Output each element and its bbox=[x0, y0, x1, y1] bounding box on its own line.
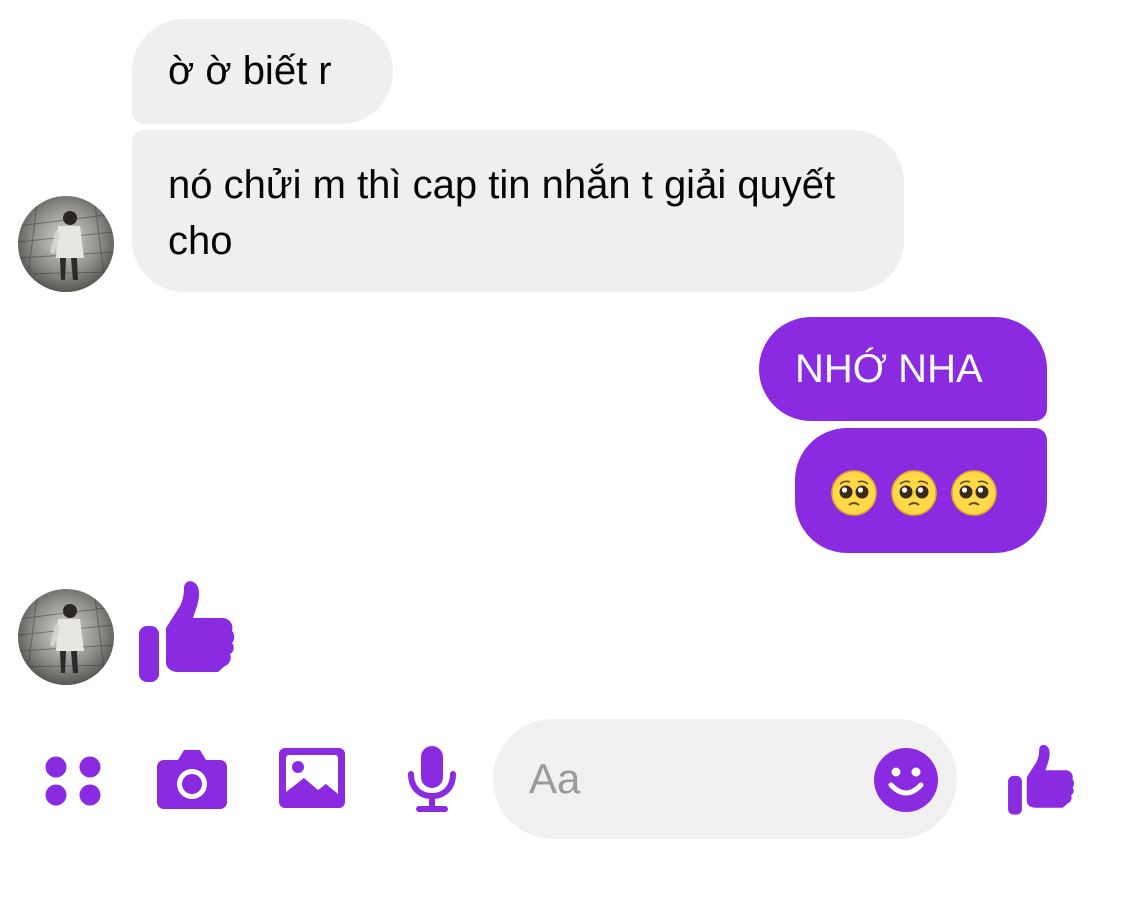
menu-icon[interactable] bbox=[43, 750, 103, 810]
camera-icon[interactable] bbox=[156, 746, 228, 810]
message-input[interactable] bbox=[529, 751, 829, 807]
microphone-icon[interactable] bbox=[404, 744, 460, 814]
contact-avatar[interactable] bbox=[18, 589, 114, 685]
outgoing-message[interactable]: NHỚ NHA bbox=[759, 317, 1047, 421]
pleading-face-icon bbox=[951, 470, 997, 516]
message-text: ờ ờ biết r bbox=[168, 49, 332, 93]
outgoing-emoji-message[interactable] bbox=[795, 428, 1047, 553]
incoming-message[interactable]: nó chửi m thì cap tin nhắn t giải quyết … bbox=[132, 130, 904, 292]
thumbs-up-icon[interactable] bbox=[136, 580, 240, 684]
smiley-icon[interactable] bbox=[873, 747, 939, 813]
chat-screen: ờ ờ biết r nó chửi m thì cap tin nhắn t … bbox=[0, 0, 1125, 914]
incoming-message[interactable]: ờ ờ biết r bbox=[132, 19, 393, 124]
contact-avatar[interactable] bbox=[18, 196, 114, 292]
message-text: nó chửi m thì cap tin nhắn t giải quyết … bbox=[168, 163, 836, 263]
photo-icon[interactable] bbox=[278, 746, 346, 810]
emoji-row bbox=[831, 470, 997, 516]
message-composer[interactable] bbox=[493, 719, 957, 839]
thumbs-up-icon[interactable] bbox=[1006, 744, 1078, 816]
pleading-face-icon bbox=[891, 470, 937, 516]
pleading-face-icon bbox=[831, 470, 877, 516]
message-text: NHỚ NHA bbox=[795, 347, 983, 391]
